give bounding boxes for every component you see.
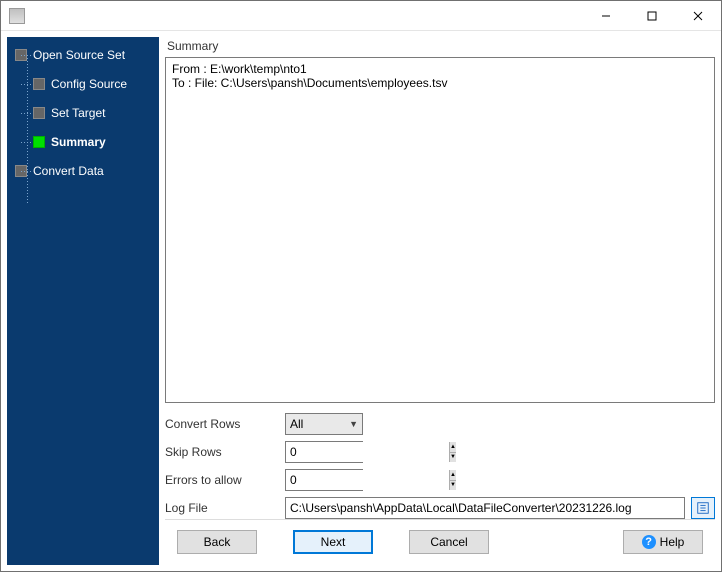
- tree-node-convert-data[interactable]: Convert Data: [7, 159, 159, 183]
- file-browse-icon: [696, 501, 710, 515]
- wizard-footer: Back Next Cancel ? Help: [165, 519, 715, 565]
- tree-node-label: Open Source Set: [33, 48, 125, 62]
- spin-up-icon[interactable]: ▲: [450, 442, 456, 453]
- errors-label: Errors to allow: [165, 473, 285, 487]
- options-form: Convert Rows All ▼ Skip Rows ▲ ▼: [165, 413, 715, 519]
- tree-node-label: Summary: [51, 135, 106, 149]
- help-label: Help: [660, 535, 685, 549]
- panel-title: Summary: [167, 39, 715, 53]
- close-button[interactable]: [675, 1, 721, 31]
- tree-node-config-source[interactable]: Config Source: [7, 72, 159, 96]
- help-button[interactable]: ? Help: [623, 530, 703, 554]
- next-button[interactable]: Next: [293, 530, 373, 554]
- app-icon: [9, 8, 25, 24]
- log-file-input[interactable]: [285, 497, 685, 519]
- back-button[interactable]: Back: [177, 530, 257, 554]
- tree-node-label: Config Source: [51, 77, 127, 91]
- tree-node-icon: [33, 78, 45, 90]
- spin-down-icon[interactable]: ▼: [450, 481, 456, 491]
- errors-spinner[interactable]: ▲ ▼: [285, 469, 363, 491]
- summary-textarea[interactable]: From : E:\work\temp\nto1 To : File: C:\U…: [165, 57, 715, 403]
- convert-rows-value: All: [290, 417, 303, 431]
- minimize-button[interactable]: [583, 1, 629, 31]
- tree-node-set-target[interactable]: Set Target: [7, 101, 159, 125]
- tree-node-open-source-set[interactable]: Open Source Set: [7, 43, 159, 67]
- skip-rows-input[interactable]: [286, 442, 449, 462]
- client-area: Open Source Set Config Source Set Target…: [1, 31, 721, 571]
- wizard-sidebar: Open Source Set Config Source Set Target…: [7, 37, 159, 565]
- browse-log-button[interactable]: [691, 497, 715, 519]
- titlebar: [1, 1, 721, 31]
- tree-node-icon: [15, 165, 27, 177]
- chevron-down-icon: ▼: [349, 419, 358, 429]
- convert-rows-label: Convert Rows: [165, 417, 285, 431]
- skip-rows-label: Skip Rows: [165, 445, 285, 459]
- tree-node-label: Convert Data: [33, 164, 104, 178]
- spin-up-icon[interactable]: ▲: [450, 470, 456, 481]
- tree-node-icon: [33, 107, 45, 119]
- tree-node-icon: [33, 136, 45, 148]
- convert-rows-select[interactable]: All ▼: [285, 413, 363, 435]
- help-icon: ?: [642, 535, 656, 549]
- tree-node-icon: [15, 49, 27, 61]
- skip-rows-spinner[interactable]: ▲ ▼: [285, 441, 363, 463]
- log-file-label: Log File: [165, 501, 285, 515]
- spin-down-icon[interactable]: ▼: [450, 453, 456, 463]
- main-panel: Summary From : E:\work\temp\nto1 To : Fi…: [165, 37, 715, 565]
- cancel-button[interactable]: Cancel: [409, 530, 489, 554]
- app-window: Open Source Set Config Source Set Target…: [0, 0, 722, 572]
- tree-node-label: Set Target: [51, 106, 105, 120]
- maximize-button[interactable]: [629, 1, 675, 31]
- tree-node-summary[interactable]: Summary: [7, 130, 159, 154]
- errors-input[interactable]: [286, 470, 449, 490]
